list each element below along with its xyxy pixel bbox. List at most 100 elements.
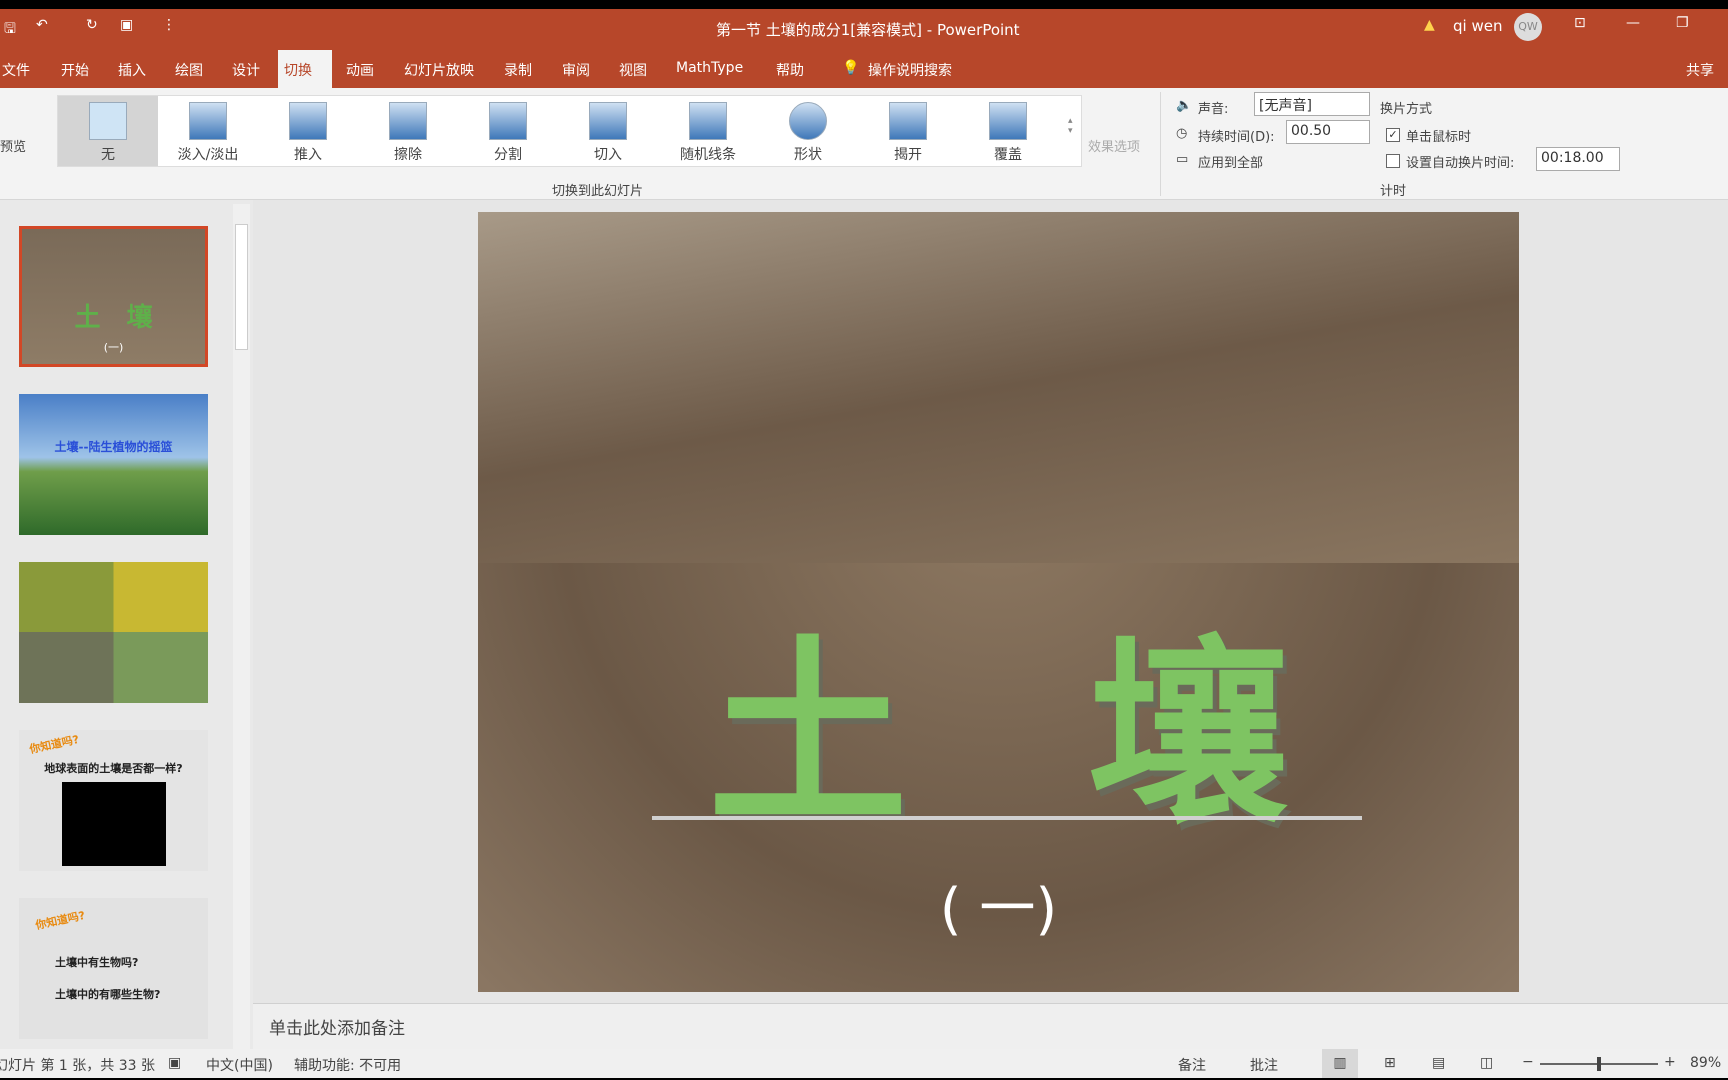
on-click-checkbox[interactable]: ✓ xyxy=(1386,128,1400,142)
thumbnail-3[interactable] xyxy=(19,562,208,703)
thumb-sub: (一) xyxy=(103,341,124,354)
transition-split[interactable]: 分割 xyxy=(458,96,558,166)
transition-wipe[interactable]: 擦除 xyxy=(358,96,458,166)
group-label-timing: 计时 xyxy=(1380,184,1407,199)
sound-icon: 🔈 xyxy=(1176,98,1193,113)
apply-all-button[interactable]: 应用到全部 xyxy=(1198,152,1263,171)
thumbnail-scrollbar[interactable] xyxy=(233,204,250,1049)
tab-help[interactable]: 帮助 xyxy=(770,58,810,82)
label: 无 xyxy=(101,147,115,163)
tab-file[interactable]: 文件 xyxy=(0,58,36,82)
zoom-level[interactable]: 89% xyxy=(1690,1055,1721,1071)
title-bar: 🖫 ↶ ↻ ▣ ⋮ 第一节 土壤的成分1[兼容模式] - PowerPoint … xyxy=(0,9,1728,50)
tab-mathtype[interactable]: MathType xyxy=(670,58,749,78)
label: 分割 xyxy=(494,147,522,163)
after-checkbox[interactable] xyxy=(1386,154,1400,168)
tab-draw[interactable]: 绘图 xyxy=(169,58,209,82)
save-icon[interactable]: 🖫 xyxy=(4,18,16,42)
subtitle: ( 一) xyxy=(939,877,1058,942)
tab-transitions[interactable]: 切换 xyxy=(278,50,332,88)
thumbnail-4[interactable]: 你知道吗? 地球表面的土壤是否都一样? xyxy=(19,730,208,871)
warning-icon: ▲ xyxy=(1424,17,1435,33)
slide-counter: 幻灯片 第 1 张，共 33 张 xyxy=(0,1058,155,1074)
advance-label: 换片方式 xyxy=(1380,102,1433,117)
restore-icon[interactable]: ❐ xyxy=(1676,15,1689,31)
scroll-thumb[interactable] xyxy=(235,224,248,350)
ribbon-display-icon[interactable]: ⊡ xyxy=(1574,15,1586,31)
transition-uncover[interactable]: 揭开 xyxy=(858,96,958,166)
wipe-icon xyxy=(389,102,427,140)
minimize-icon[interactable]: — xyxy=(1626,15,1640,31)
tab-animations[interactable]: 动画 xyxy=(340,58,380,82)
spellcheck-icon[interactable]: ▣ xyxy=(168,1055,181,1071)
share-button[interactable]: 共享 xyxy=(1680,58,1720,82)
redo-icon[interactable]: ↻ xyxy=(86,17,98,33)
tab-design[interactable]: 设计 xyxy=(226,58,266,82)
transition-push[interactable]: 推入 xyxy=(258,96,358,166)
label: 淡入/淡出 xyxy=(177,147,239,163)
sound-label: 声音: xyxy=(1198,102,1229,117)
random-bars-icon xyxy=(689,102,727,140)
label: 切入 xyxy=(594,147,622,163)
label: 揭开 xyxy=(894,147,922,163)
notes-placeholder[interactable]: 单击此处添加备注 xyxy=(269,1014,405,1039)
accessibility-status[interactable]: 辅助功能: 不可用 xyxy=(294,1055,401,1075)
avatar[interactable]: QW xyxy=(1514,13,1542,41)
thumb-title: 土 壤 xyxy=(74,303,153,333)
user-name[interactable]: qi wen xyxy=(1453,17,1502,35)
label: 随机线条 xyxy=(680,147,736,163)
tab-record[interactable]: 录制 xyxy=(498,58,538,82)
zoom-out-button[interactable]: − xyxy=(1522,1054,1534,1070)
language[interactable]: 中文(中国) xyxy=(206,1055,273,1075)
duration-input[interactable]: 00.50 xyxy=(1286,120,1370,144)
thumbnail-5[interactable]: 你知道吗? 土壤中有生物吗? 土壤中的有哪些生物? xyxy=(19,898,208,1039)
tab-insert[interactable]: 插入 xyxy=(112,58,152,82)
zoom-slider[interactable] xyxy=(1540,1057,1658,1071)
thumb-badge: 你知道吗? xyxy=(28,732,81,757)
thumb-line: 土壤中的有哪些生物? xyxy=(55,988,161,1001)
transition-shape[interactable]: 形状 xyxy=(758,96,858,166)
comments-button[interactable]: 批注 xyxy=(1250,1055,1278,1075)
zoom-slider-knob[interactable] xyxy=(1597,1057,1601,1071)
customize-toolbar-icon[interactable]: ⋮ xyxy=(162,17,176,33)
transition-none[interactable]: 无 xyxy=(58,96,158,166)
tab-slideshow[interactable]: 幻灯片放映 xyxy=(398,58,480,82)
gallery-scroll-icon[interactable]: ▴ ▾ xyxy=(1068,116,1073,136)
tab-home[interactable]: 开始 xyxy=(55,58,95,82)
sound-select[interactable]: [无声音] xyxy=(1254,92,1370,116)
cut-icon xyxy=(589,102,627,140)
transition-cut[interactable]: 切入 xyxy=(558,96,658,166)
slide-canvas[interactable]: 土 壤 ( 一) xyxy=(478,212,1519,992)
start-slideshow-icon[interactable]: ▣ xyxy=(120,17,133,33)
zoom-in-button[interactable]: + xyxy=(1664,1054,1676,1070)
transition-fade[interactable]: 淡入/淡出 xyxy=(158,96,258,166)
tab-view[interactable]: 视图 xyxy=(613,58,653,82)
preview-button[interactable]: 预览 xyxy=(0,136,26,155)
apply-all-icon: ▭ xyxy=(1176,152,1189,167)
uncover-icon xyxy=(889,102,927,140)
after-label: 设置自动换片时间: xyxy=(1406,156,1515,171)
normal-view-icon[interactable]: ▥ xyxy=(1322,1049,1358,1078)
group-label-transitions: 切换到此幻灯片 xyxy=(552,184,644,199)
on-click-label: 单击鼠标时 xyxy=(1406,130,1472,145)
push-icon xyxy=(289,102,327,140)
notes-button[interactable]: 备注 xyxy=(1178,1055,1206,1075)
effect-options-button[interactable]: 效果选项 xyxy=(1088,136,1140,155)
slide-sorter-icon[interactable]: ⊞ xyxy=(1384,1055,1396,1071)
clock-icon: ◷ xyxy=(1176,126,1188,141)
thumbnail-2[interactable]: 土壤--陆生植物的摇篮 xyxy=(19,394,208,535)
undo-icon[interactable]: ↶ xyxy=(36,17,48,33)
shape-icon xyxy=(789,102,827,140)
after-time-input[interactable]: 00:18.00 xyxy=(1536,147,1620,171)
thumbnail-1[interactable]: 土 壤 (一) xyxy=(19,226,208,367)
reading-view-icon[interactable]: ▤ xyxy=(1432,1055,1445,1071)
transition-random-bars[interactable]: 随机线条 xyxy=(658,96,758,166)
notes-pane[interactable]: 单击此处添加备注 xyxy=(253,1003,1728,1049)
tab-review[interactable]: 审阅 xyxy=(556,58,596,82)
ribbon: 预览 无 淡入/淡出 推入 擦除 分割 切入 随机线条 形状 揭开 覆盖 ▴ ▾ … xyxy=(0,88,1728,200)
slideshow-icon[interactable]: ◫ xyxy=(1480,1055,1493,1071)
cover-icon xyxy=(989,102,1027,140)
transition-cover[interactable]: 覆盖 xyxy=(958,96,1058,166)
tell-me-search[interactable]: 操作说明搜索 xyxy=(862,58,958,82)
none-icon xyxy=(89,102,127,140)
